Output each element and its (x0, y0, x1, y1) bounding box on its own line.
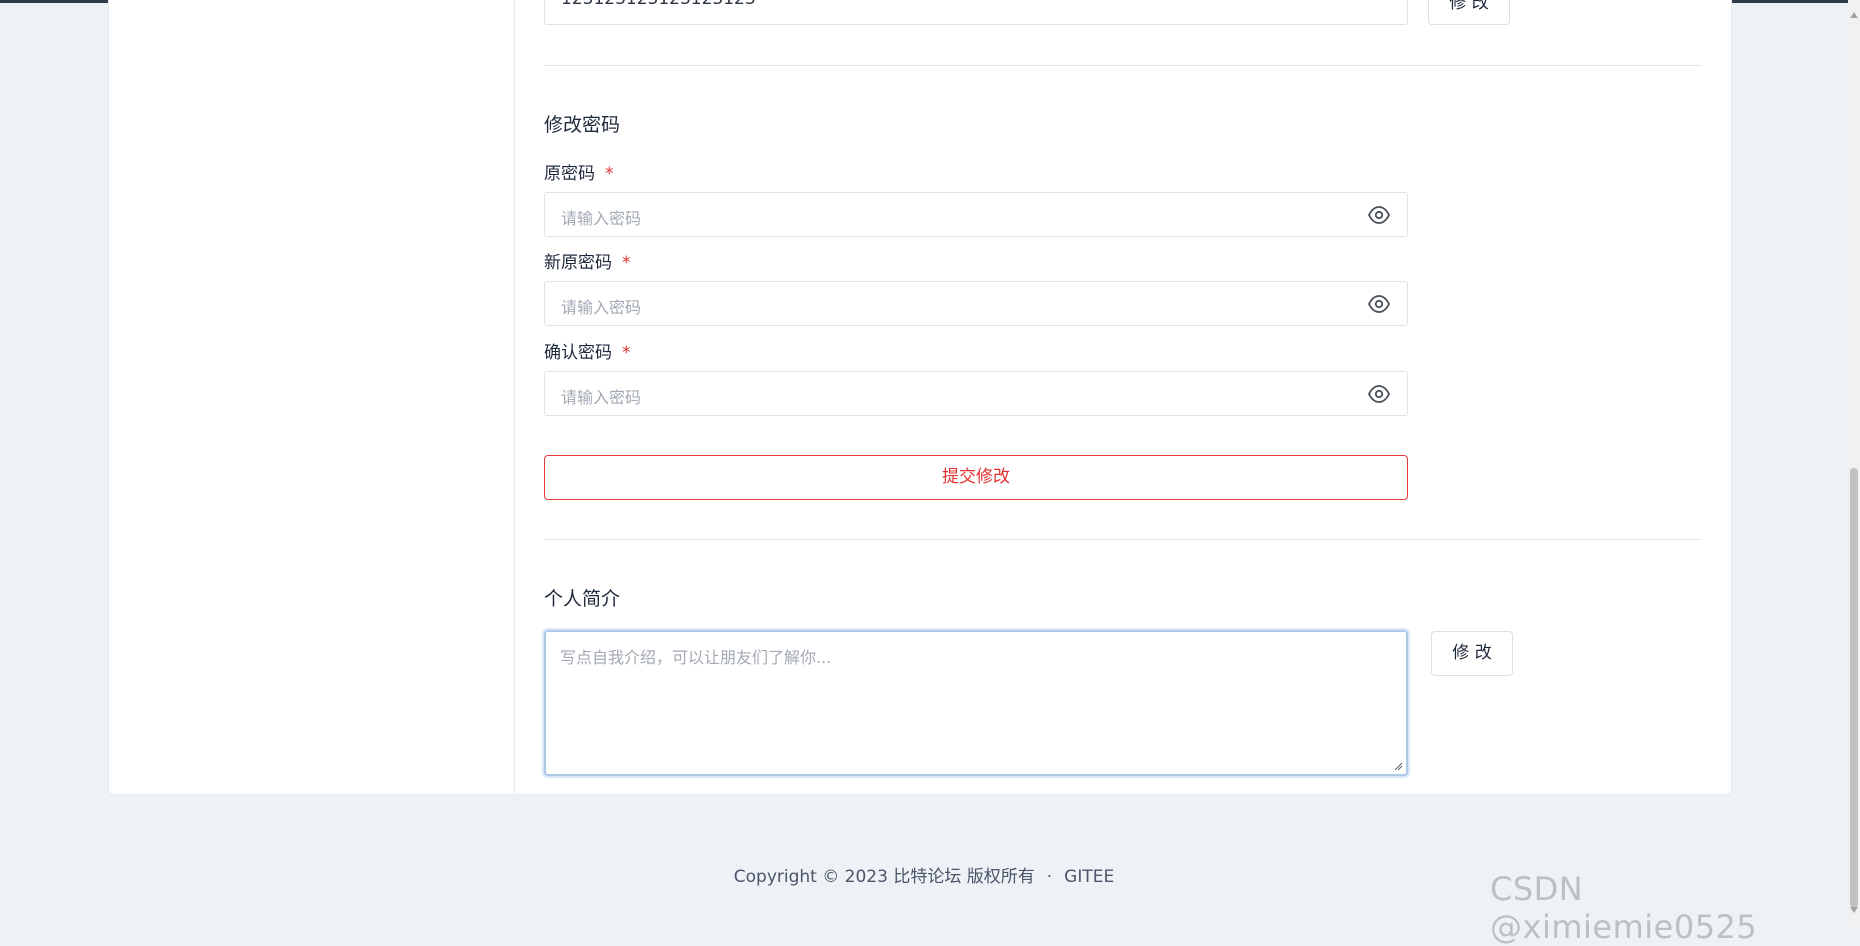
new-password-input[interactable]: 请输入密码 (544, 281, 1408, 326)
submit-password-button[interactable]: 提交修改 (544, 455, 1408, 500)
footer-separator: · (1046, 867, 1053, 887)
bio-section-title: 个人简介 (544, 588, 621, 610)
eye-icon[interactable] (1367, 384, 1391, 404)
old-password-placeholder: 请输入密码 (561, 209, 642, 228)
section-divider (544, 65, 1702, 66)
new-password-label-text: 新原密码 (544, 253, 612, 273)
bio-modify-button[interactable]: 修 改 (1431, 631, 1513, 676)
old-password-label: 原密码 * (544, 159, 614, 184)
eye-icon[interactable] (1367, 294, 1391, 314)
footer-gitee-link[interactable]: GITEE (1064, 867, 1114, 887)
previous-field-input[interactable]: 123123123123123123 (544, 0, 1408, 25)
eye-icon[interactable] (1367, 205, 1391, 225)
previous-field-value: 123123123123123123 (561, 0, 756, 9)
confirm-password-label-text: 确认密码 (544, 343, 612, 363)
bio-placeholder: 写点自我介绍，可以让朋友们了解你... (560, 648, 832, 667)
required-mark: * (605, 164, 614, 184)
scroll-down-arrow-icon[interactable] (1850, 907, 1858, 913)
confirm-password-placeholder: 请输入密码 (561, 388, 642, 407)
required-mark: * (622, 343, 631, 363)
page-scrollbar[interactable] (1848, 0, 1860, 925)
sidebar-divider (514, 0, 515, 794)
password-section-title: 修改密码 (544, 114, 621, 136)
footer-copyright: Copyright © 2023 比特论坛 版权所有 (733, 867, 1035, 887)
new-password-placeholder: 请输入密码 (561, 298, 642, 317)
new-password-label: 新原密码 * (544, 248, 631, 273)
watermark: CSDN @ximiemie0525 (1490, 870, 1758, 946)
bio-textarea[interactable]: 写点自我介绍，可以让朋友们了解你... (544, 630, 1408, 776)
old-password-input[interactable]: 请输入密码 (544, 192, 1408, 237)
previous-field-modify-button[interactable]: 修 改 (1428, 0, 1510, 25)
resize-grip-icon[interactable] (1393, 761, 1403, 771)
section-divider (544, 539, 1702, 540)
scroll-up-arrow-icon[interactable] (1850, 12, 1858, 18)
scrollbar-thumb[interactable] (1850, 468, 1858, 908)
confirm-password-label: 确认密码 * (544, 338, 631, 363)
required-mark: * (622, 253, 631, 273)
old-password-label-text: 原密码 (544, 164, 595, 184)
confirm-password-input[interactable]: 请输入密码 (544, 371, 1408, 416)
